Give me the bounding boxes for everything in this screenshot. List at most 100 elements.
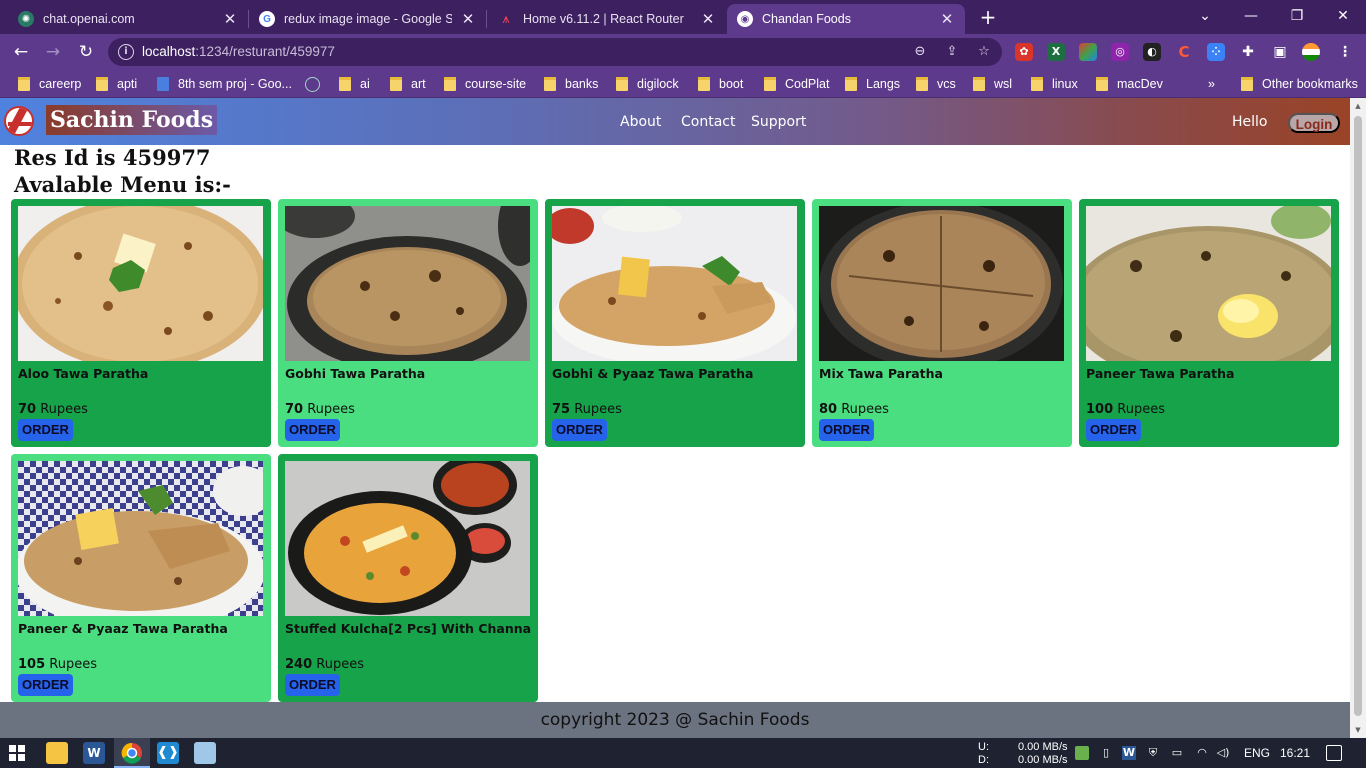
address-bar[interactable]: i localhost:1234/resturant/459977 ⊖ ⇪ ☆ bbox=[108, 38, 1002, 66]
bookmark-course-site[interactable]: course-site bbox=[444, 76, 526, 92]
extension-c-icon[interactable]: C bbox=[1175, 43, 1193, 61]
extension-glasses-icon[interactable]: ◐ bbox=[1143, 43, 1161, 61]
forward-arrow-icon[interactable]: → bbox=[40, 40, 66, 64]
order-button[interactable]: ORDER bbox=[285, 674, 340, 696]
nav-about[interactable]: About bbox=[620, 114, 661, 130]
bookmark-macdev[interactable]: macDev bbox=[1096, 76, 1163, 92]
order-button[interactable]: ORDER bbox=[552, 419, 607, 441]
login-button[interactable]: Login bbox=[1288, 113, 1340, 133]
nav-support[interactable]: Support bbox=[751, 114, 806, 130]
bookmark-ai[interactable]: ai bbox=[339, 76, 370, 92]
usb-icon[interactable]: ▯ bbox=[1099, 746, 1113, 760]
bookmarks-bar: careerp apti 8th sem proj - Goo... ai ar… bbox=[0, 70, 1366, 98]
restore-button[interactable]: ❐ bbox=[1274, 4, 1320, 30]
nav-contact[interactable]: Contact bbox=[681, 114, 735, 130]
menu-card: Mix Tawa Paratha 80 Rupees ORDER bbox=[812, 199, 1072, 447]
minimize-button[interactable]: — bbox=[1228, 4, 1274, 30]
tray-sync-icon[interactable] bbox=[1075, 746, 1089, 760]
notifications-icon[interactable] bbox=[1326, 745, 1342, 761]
windows-start-icon[interactable] bbox=[9, 745, 25, 761]
order-button[interactable]: ORDER bbox=[819, 419, 874, 441]
bookmark-chatgpt[interactable] bbox=[305, 76, 328, 92]
bookmark-boot[interactable]: boot bbox=[698, 76, 743, 92]
bookmark-banks[interactable]: banks bbox=[544, 76, 598, 92]
folder-icon bbox=[444, 77, 456, 91]
greeting-text: Hello bbox=[1232, 114, 1268, 130]
close-icon[interactable]: ✕ bbox=[460, 10, 476, 28]
bookmark-digilock[interactable]: digilock bbox=[616, 76, 679, 92]
puzzle-extensions-icon[interactable]: ✚ bbox=[1239, 43, 1257, 61]
folder-icon bbox=[764, 77, 776, 91]
order-button[interactable]: ORDER bbox=[18, 674, 73, 696]
menu-item-name: Stuffed Kulcha[2 Pcs] With Channa bbox=[285, 621, 532, 636]
clock[interactable]: 16:21 bbox=[1280, 746, 1310, 760]
bookmark-linux[interactable]: linux bbox=[1031, 76, 1078, 92]
openai-icon bbox=[305, 76, 320, 92]
food-image-paratha-black-plate bbox=[819, 206, 1064, 361]
browser-toolbar: ← → ↻ i localhost:1234/resturant/459977 … bbox=[0, 34, 1366, 70]
tray-word-icon[interactable]: W bbox=[1122, 746, 1136, 760]
bookmark-vcs[interactable]: vcs bbox=[916, 76, 956, 92]
bookmark-careerp[interactable]: careerp bbox=[18, 76, 81, 92]
bookmark-other-bookmarks[interactable]: Other bookmarks bbox=[1241, 76, 1358, 92]
close-icon[interactable]: ✕ bbox=[939, 10, 955, 28]
zoom-icon[interactable]: ⊖ bbox=[911, 43, 929, 61]
tab-chat-openai[interactable]: ✺ chat.openai.com ✕ bbox=[8, 4, 248, 34]
site-logo[interactable] bbox=[4, 106, 34, 136]
bookmark-8th-sem-proj[interactable]: 8th sem proj - Goo... bbox=[157, 76, 292, 92]
order-button[interactable]: ORDER bbox=[18, 419, 73, 441]
bookmark-wsl[interactable]: wsl bbox=[973, 76, 1012, 92]
notepad-icon[interactable] bbox=[194, 742, 216, 764]
extension-red-icon[interactable]: ✿ bbox=[1015, 43, 1033, 61]
order-button[interactable]: ORDER bbox=[1086, 419, 1141, 441]
google-icon: G bbox=[259, 11, 275, 27]
new-tab-button[interactable]: + bbox=[976, 6, 1000, 30]
word-icon[interactable]: W bbox=[83, 742, 105, 764]
site-info-icon[interactable]: i bbox=[118, 44, 134, 60]
tab-google-search[interactable]: G redux image image - Google Sea ✕ bbox=[249, 4, 486, 34]
battery-icon[interactable]: ▭ bbox=[1170, 746, 1184, 760]
bookmark-star-icon[interactable]: ☆ bbox=[975, 43, 993, 61]
menu-card: Paneer & Pyaaz Tawa Paratha 105 Rupees O… bbox=[11, 454, 271, 702]
wifi-icon[interactable]: ◠ bbox=[1195, 746, 1209, 760]
bookmark-langs[interactable]: Langs bbox=[845, 76, 900, 92]
reload-icon[interactable]: ↻ bbox=[73, 40, 99, 64]
scrollbar-thumb[interactable] bbox=[1354, 116, 1362, 716]
share-icon[interactable]: ⇪ bbox=[943, 43, 961, 61]
scroll-down-arrow-icon[interactable]: ▼ bbox=[1354, 726, 1362, 734]
menu-item-price: 240 Rupees bbox=[285, 657, 364, 672]
excel-extension-icon[interactable]: X bbox=[1047, 43, 1065, 61]
openai-icon: ✺ bbox=[18, 11, 34, 27]
food-image-paratha-checkered-cloth bbox=[18, 461, 263, 616]
bookmark-codplat[interactable]: CodPlat bbox=[764, 76, 829, 92]
food-image-paratha-butter-coriander bbox=[18, 206, 263, 361]
language-indicator[interactable]: ENG bbox=[1244, 746, 1270, 760]
extension-blocks-icon[interactable]: ⁘ bbox=[1207, 43, 1225, 61]
tab-react-router[interactable]: ⩚ Home v6.11.2 | React Router ✕ bbox=[488, 4, 726, 34]
vscode-icon[interactable]: ❰❱ bbox=[157, 742, 179, 764]
back-arrow-icon[interactable]: ← bbox=[8, 40, 34, 64]
file-explorer-icon[interactable] bbox=[46, 742, 68, 764]
chrome-taskbar-button[interactable] bbox=[114, 738, 150, 768]
food-image-paratha-butter-closeup bbox=[1086, 206, 1331, 361]
color-picker-extension-icon[interactable] bbox=[1079, 43, 1097, 61]
tab-search-chevron-icon[interactable]: ⌄ bbox=[1182, 4, 1228, 30]
volume-icon[interactable]: ◁) bbox=[1216, 746, 1230, 760]
profile-avatar-icon[interactable] bbox=[1302, 43, 1320, 61]
kebab-menu-icon[interactable]: ⋮ bbox=[1336, 43, 1354, 61]
side-panel-icon[interactable]: ▣ bbox=[1271, 43, 1289, 61]
bookmarks-overflow-chevron[interactable]: » bbox=[1208, 76, 1215, 92]
tab-chandan-foods[interactable]: ◉ Chandan Foods ✕ bbox=[727, 4, 965, 34]
react-router-icon: ⩚ bbox=[502, 11, 510, 26]
page-scrollbar[interactable]: ▲ ▼ bbox=[1350, 98, 1366, 738]
security-shield-icon[interactable]: ⛨ bbox=[1146, 746, 1160, 760]
close-window-button[interactable]: ✕ bbox=[1320, 4, 1366, 30]
order-button[interactable]: ORDER bbox=[285, 419, 340, 441]
bookmark-apti[interactable]: apti bbox=[96, 76, 137, 92]
scroll-up-arrow-icon[interactable]: ▲ bbox=[1354, 102, 1362, 110]
close-icon[interactable]: ✕ bbox=[222, 10, 238, 28]
brand-name[interactable]: Sachin Foods bbox=[46, 105, 218, 135]
bookmark-art[interactable]: art bbox=[390, 76, 426, 92]
close-icon[interactable]: ✕ bbox=[700, 10, 716, 28]
extension-purple-icon[interactable]: ◎ bbox=[1111, 43, 1129, 61]
